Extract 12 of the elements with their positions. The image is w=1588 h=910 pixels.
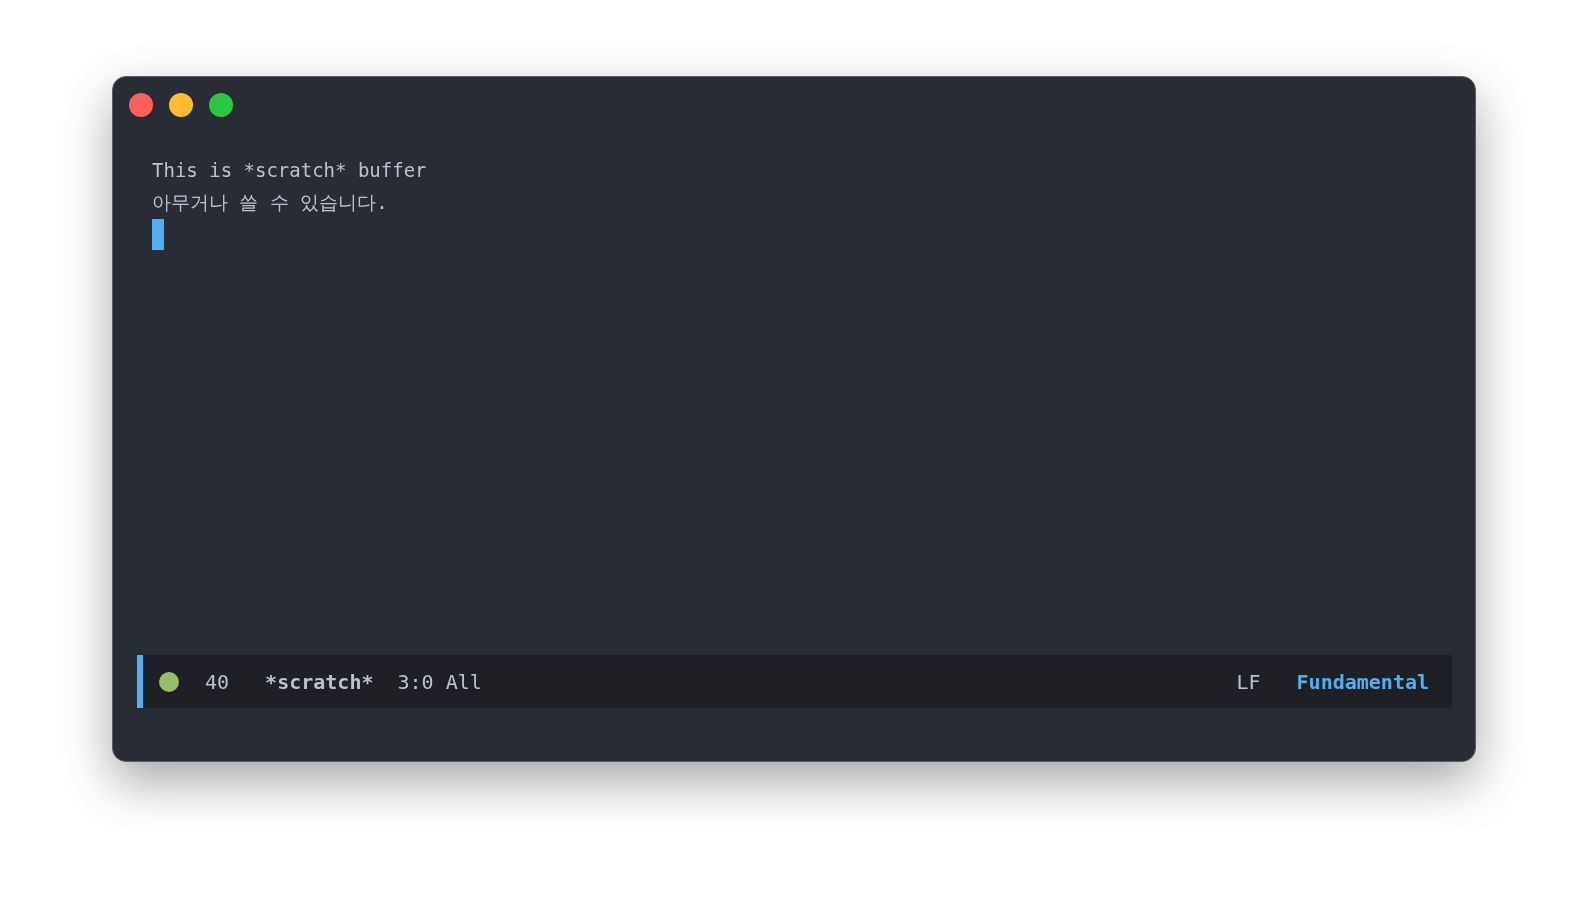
buffer-name: *scratch* — [265, 669, 374, 694]
buffer-size: 40 — [205, 669, 230, 694]
status-dot-icon — [159, 671, 179, 692]
buffer-line: 아무거나 쓸 수 있습니다. — [152, 190, 389, 215]
close-button[interactable] — [129, 93, 153, 117]
text-cursor-icon — [152, 219, 164, 250]
line-ending: LF — [1236, 669, 1261, 694]
cursor-position: 3:0 All — [397, 669, 482, 694]
minimize-button[interactable] — [169, 93, 193, 117]
maximize-button[interactable] — [209, 93, 233, 117]
buffer-line: This is *scratch* buffer — [152, 158, 428, 183]
major-mode: Fundamental — [1296, 669, 1429, 694]
